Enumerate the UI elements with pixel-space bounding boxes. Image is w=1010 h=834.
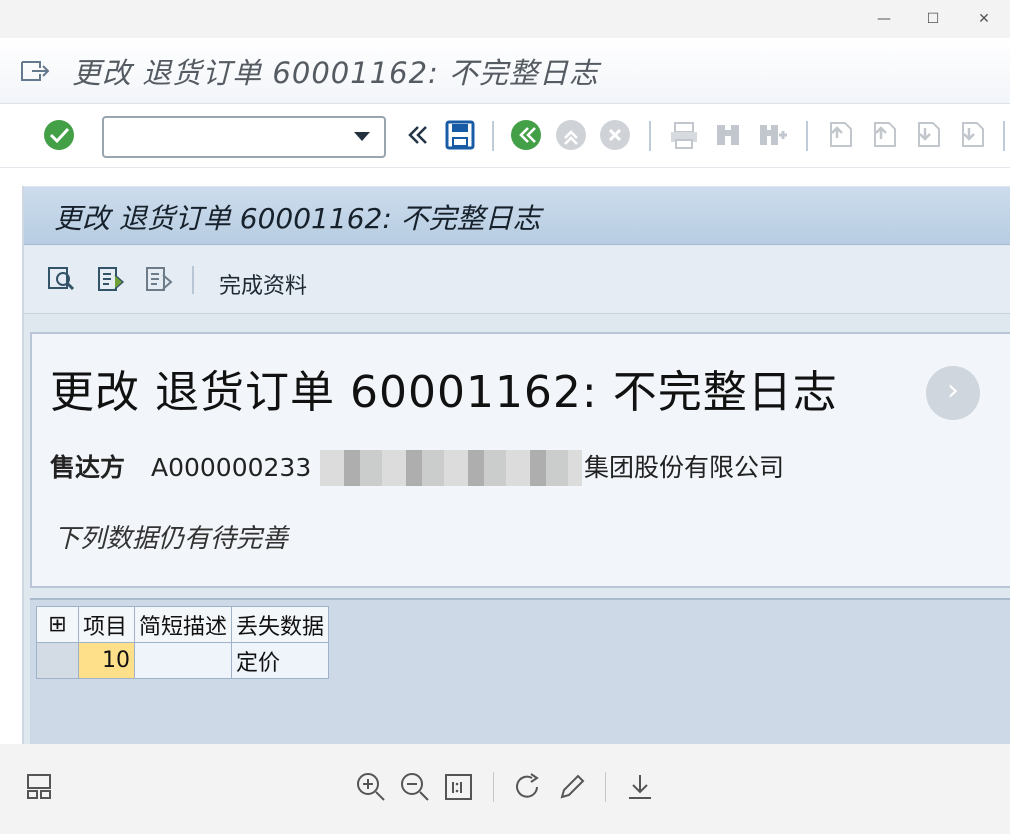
rotate-icon[interactable] <box>511 770 545 804</box>
first-page-icon[interactable] <box>823 118 855 152</box>
find-next-icon[interactable] <box>756 118 788 152</box>
row-selector[interactable] <box>36 642 79 679</box>
complete-data-button[interactable]: 完成资料 <box>219 268 307 300</box>
sold-to-row: 售达方 A000000233 <box>50 448 311 484</box>
layout-icon[interactable] <box>24 770 58 804</box>
window-title: 更改 退货订单 60001162: 不完整日志 <box>72 56 600 90</box>
toolbar-separator <box>649 121 651 151</box>
exit-icon[interactable] <box>555 118 587 152</box>
company-name-suffix: 集团股份有限公司 <box>584 453 785 482</box>
check-icon[interactable] <box>43 118 75 152</box>
toolbar-separator <box>192 266 194 294</box>
next-page-icon[interactable] <box>911 118 943 152</box>
back-double-icon[interactable] <box>401 118 433 152</box>
previous-page-icon[interactable] <box>867 118 899 152</box>
maximize-icon[interactable]: ☐ <box>922 8 944 30</box>
toolbar-separator <box>1003 121 1005 151</box>
table-row[interactable]: 10 定价 <box>36 642 330 679</box>
actual-size-icon[interactable] <box>442 770 476 804</box>
print-icon[interactable] <box>668 118 700 152</box>
save-icon[interactable] <box>444 118 476 152</box>
minimize-icon[interactable]: — <box>873 8 895 30</box>
close-icon[interactable]: ✕ <box>973 8 995 30</box>
download-icon[interactable] <box>623 770 657 804</box>
dialog-title-bar: 更改 退货订单 60001162: 不完整日志 <box>24 187 1010 245</box>
application-toolbar: 完成资料 <box>24 246 1010 314</box>
sold-to-id: A000000233 <box>150 453 312 482</box>
toolbar-separator <box>492 121 494 151</box>
command-field[interactable] <box>102 116 386 158</box>
next-button[interactable]: › <box>926 366 980 420</box>
edit-icon[interactable] <box>555 770 589 804</box>
redacted-company-name <box>320 450 582 486</box>
find-icon[interactable] <box>712 118 744 152</box>
missing-data-table: ⊞ 项目 简短描述 丢失数据 10 定价 <box>36 606 330 679</box>
dropdown-icon[interactable] <box>354 132 370 141</box>
column-header-item[interactable]: 项目 <box>78 606 135 643</box>
exit-menu-icon[interactable] <box>20 60 50 82</box>
missing-data-cell[interactable]: 定价 <box>231 642 330 679</box>
incomplete-log-panel: 更改 退货订单 60001162: 不完整日志 › 售达方 A000000233… <box>30 332 1010 588</box>
document-next-icon[interactable] <box>143 264 173 294</box>
bottom-separator <box>493 772 494 802</box>
bottom-separator <box>605 772 606 802</box>
display-icon[interactable] <box>46 264 76 294</box>
sold-to-label: 售达方 <box>50 453 126 482</box>
panel-heading: 更改 退货订单 60001162: 不完整日志 <box>50 367 838 418</box>
window-titlebar: — ☐ ✕ <box>0 0 1010 38</box>
table-settings-icon[interactable]: ⊞ <box>36 606 79 643</box>
column-header-missing-data[interactable]: 丢失数据 <box>231 606 330 643</box>
last-page-icon[interactable] <box>955 118 987 152</box>
table-header-row: ⊞ 项目 简短描述 丢失数据 <box>36 606 330 643</box>
back-icon[interactable] <box>510 118 542 152</box>
viewer-bottom-bar <box>0 744 1010 834</box>
column-header-description[interactable]: 简短描述 <box>133 606 233 643</box>
edit-document-icon[interactable] <box>95 264 125 294</box>
pending-note: 下列数据仍有待完善 <box>54 524 289 554</box>
zoom-out-icon[interactable] <box>398 770 432 804</box>
dialog-title: 更改 退货订单 60001162: 不完整日志 <box>54 202 541 235</box>
toolbar-separator <box>806 121 808 151</box>
sap-header: 更改 退货订单 60001162: 不完整日志 <box>0 38 1010 104</box>
item-cell[interactable]: 10 <box>78 642 135 679</box>
zoom-in-icon[interactable] <box>354 770 388 804</box>
cancel-icon[interactable] <box>599 118 631 152</box>
description-cell[interactable] <box>133 642 233 679</box>
